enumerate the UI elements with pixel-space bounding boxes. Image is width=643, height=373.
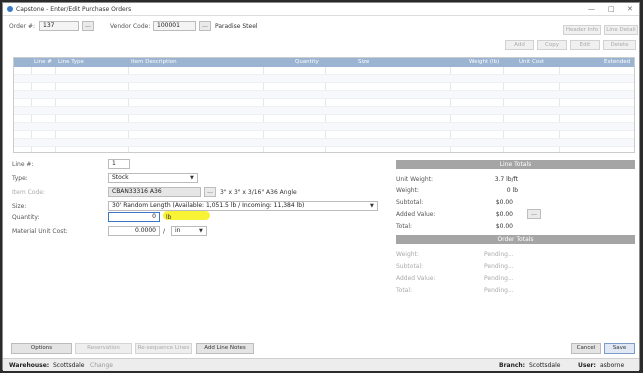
close-icon[interactable]: ✕ [627, 5, 633, 13]
order-number-field[interactable]: 137 [39, 21, 79, 31]
subtotal-label: Subtotal: [396, 199, 424, 206]
change-warehouse-link[interactable]: Change [90, 362, 113, 369]
col-line-number[interactable]: Line # [34, 59, 52, 65]
add-button[interactable]: Add [505, 40, 534, 50]
delete-button[interactable]: Delete [603, 40, 636, 50]
user-value: asborne [600, 362, 625, 369]
minimize-icon[interactable]: — [588, 5, 595, 13]
vendor-name: Paradise Steel [215, 23, 258, 30]
table-row[interactable] [14, 83, 634, 91]
table-row[interactable] [14, 67, 634, 75]
order-number-label: Order #: [9, 23, 36, 30]
type-value: Stock [112, 174, 129, 181]
title-bar: Capstone - Enter/Edit Purchase Orders — … [3, 3, 639, 16]
total-value: $0.00 [495, 223, 513, 230]
options-button[interactable]: Options [11, 343, 72, 354]
app-icon [7, 6, 13, 12]
grid-header: Line # Line Type Item Description Quanti… [14, 58, 634, 67]
cancel-button[interactable]: Cancel [571, 343, 601, 354]
type-label: Type: [12, 175, 28, 182]
chevron-down-icon[interactable]: ▼ [370, 203, 374, 209]
vendor-code-label: Vendor Code: [110, 23, 151, 30]
material-unit-cost-label: Material Unit Cost: [12, 228, 68, 235]
added-value-value: $0.00 [495, 211, 513, 218]
table-row[interactable] [14, 91, 634, 99]
subtotal-value: $0.00 [495, 199, 513, 206]
reservation-button[interactable]: Reservation [75, 343, 132, 354]
unit-weight-label: Unit Weight: [396, 176, 434, 183]
lines-grid[interactable]: Line # Line Type Item Description Quanti… [13, 57, 635, 153]
resequence-lines-button[interactable]: Re-sequence Lines [135, 343, 192, 354]
col-item-description[interactable]: Item Description [131, 59, 177, 65]
order-total-value: Pending... [484, 287, 514, 294]
item-code-label: Item Code: [12, 189, 45, 196]
cost-unit-value: in [175, 227, 181, 234]
vendor-lookup-button[interactable]: ... [199, 21, 211, 31]
purchase-order-window: Capstone - Enter/Edit Purchase Orders — … [2, 2, 640, 371]
table-row[interactable] [14, 75, 634, 83]
table-row[interactable] [14, 131, 634, 139]
col-size[interactable]: Size [358, 59, 369, 65]
edit-button[interactable]: Edit [570, 40, 600, 50]
header-info-button[interactable]: Header Info [563, 25, 601, 35]
material-unit-cost-input[interactable]: 0.0000 [108, 226, 160, 236]
added-value-lookup-button[interactable]: ... [527, 209, 541, 219]
added-value-label: Added Value: [396, 211, 436, 218]
col-extended[interactable]: Extended [604, 59, 630, 65]
table-row[interactable] [14, 115, 634, 123]
total-label: Total: [396, 223, 413, 230]
order-totals-header: Order Totals [396, 235, 635, 244]
order-subtotal-value: Pending... [484, 263, 514, 270]
weight-value: 0 lb [506, 187, 518, 194]
save-button[interactable]: Save [604, 343, 635, 354]
maximize-icon[interactable]: □ [608, 5, 615, 13]
item-description: 3" x 3" x 3/16" A36 Angle [220, 189, 297, 196]
table-row[interactable] [14, 139, 634, 147]
table-row[interactable] [14, 107, 634, 115]
order-weight-value: Pending... [484, 251, 514, 258]
quantity-label: Quantity: [12, 214, 40, 221]
line-detail-button[interactable]: Line Detail [604, 25, 638, 35]
size-select[interactable]: 30' Random Length (Available: 1,051.5 lb… [108, 201, 378, 211]
add-line-notes-button[interactable]: Add Line Notes [196, 343, 254, 354]
order-added-value-label: Added Value: [396, 275, 436, 282]
type-select[interactable]: Stock [108, 173, 198, 183]
table-row[interactable] [14, 123, 634, 131]
quantity-unit: lb [166, 214, 172, 221]
unit-weight-value: 3.7 lb/ft [494, 176, 518, 183]
order-total-label: Total: [396, 287, 413, 294]
line-number-field[interactable]: 1 [108, 159, 130, 169]
warehouse-label: Warehouse: [9, 362, 50, 369]
branch-value: Scottsdale [529, 362, 561, 369]
line-number-label: Line #: [12, 161, 34, 168]
user-label: User: [578, 362, 596, 369]
window-title: Capstone - Enter/Edit Purchase Orders [16, 6, 132, 13]
vendor-code-field[interactable]: 100001 [153, 21, 196, 31]
status-bar: Warehouse: Scottsdale Change Branch: Sco… [3, 358, 639, 371]
col-weight[interactable]: Weight (lb) [469, 59, 499, 65]
col-line-type[interactable]: Line Type [58, 59, 84, 65]
size-label: Size: [12, 203, 27, 210]
quantity-input[interactable]: 0 [108, 212, 160, 222]
cost-separator: / [163, 228, 166, 235]
table-row[interactable] [14, 99, 634, 107]
weight-label: Weight: [396, 187, 419, 194]
chevron-down-icon[interactable]: ▼ [190, 175, 194, 181]
order-added-value-value: Pending... [484, 275, 514, 282]
item-code-field[interactable]: CBAN33316 A36 [108, 187, 201, 197]
branch-label: Branch: [499, 362, 526, 369]
col-quantity[interactable]: Quantity [295, 59, 319, 65]
chevron-down-icon[interactable]: ▼ [199, 228, 203, 234]
warehouse-value: Scottsdale [53, 362, 85, 369]
line-totals-header: Line Totals [396, 160, 635, 169]
item-lookup-button[interactable]: ... [204, 187, 216, 197]
size-value: 30' Random Length (Available: 1,051.5 lb… [112, 202, 305, 209]
copy-button[interactable]: Copy [537, 40, 567, 50]
order-weight-label: Weight: [396, 251, 419, 258]
order-lookup-button[interactable]: ... [82, 21, 94, 31]
col-unit-cost[interactable]: Unit Cost [519, 59, 544, 65]
order-subtotal-label: Subtotal: [396, 263, 424, 270]
